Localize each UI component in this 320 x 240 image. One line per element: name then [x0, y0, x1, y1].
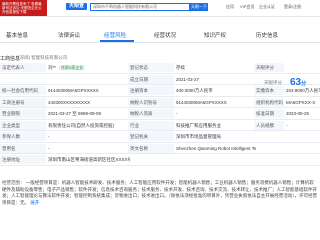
field-value: 有限责任公司(自然人投资或控股) [46, 121, 130, 130]
tab-ip[interactable]: 知识产权 [204, 31, 226, 39]
field-value-text: 科技推广和应用服务业 [176, 122, 221, 128]
field-label: 登记机关 [128, 132, 174, 141]
field-label: 曾用名 [0, 143, 46, 153]
table-row: 注册地址 深圳市南山区粤海街道高新区社区XXXX号 [0, 155, 320, 166]
tab-active-indicator [100, 40, 134, 42]
field-value-text: 91440300MA5GPXXXXX [176, 99, 227, 105]
field-label: 核准日期 [254, 109, 284, 118]
field-label: 组织机构代码 [254, 97, 284, 107]
field-label: 成立日期 [128, 74, 174, 84]
field-label: 参保人数 [0, 132, 46, 141]
search-button[interactable]: 天眼一下 [190, 3, 208, 11]
scope-text: 一般经营项目是：机器人智能技术研发、技术服务；人工智能应用软件开发；智能机器人销… [2, 180, 317, 205]
field-value: 2023-05-25 [284, 109, 320, 118]
field-value: MA5GPXXX-X [284, 98, 320, 107]
top-bar: 最新开票信息来了·查看最新司法诉讼·天眼查企业公开信息报告下载 天眼查 深圳市千… [0, 0, 320, 17]
field-label: 法定代表人 [0, 63, 46, 72]
field-label: 注册资本 [128, 86, 174, 95]
field-value: Shenzhen Qianming Robot Intelligent Tech… [174, 144, 256, 153]
field-value: 2021-03-27 [174, 75, 256, 84]
field-label: 纳税人识别号 [128, 97, 174, 107]
table-row: 曾用名 - 英文名称 Shenzhen Qianming Robot Intellig… [0, 143, 320, 154]
field-value-text: - [48, 134, 50, 139]
field-value: - [46, 144, 130, 153]
field-label: 行业 [128, 120, 174, 130]
field-label: 人员规模 [254, 120, 284, 130]
field-label: 天眼评分 [254, 63, 284, 72]
field-value: - [46, 132, 130, 141]
score-unit: 分 [301, 81, 307, 87]
scope-label: 经营范围 [2, 180, 20, 185]
field-value: 2021-03-27 至 9999-09-09 [46, 109, 130, 118]
field-value-text: 深圳市南山区粤海街道高新区社区XXXX号 [48, 157, 130, 162]
field-label: 统一社会信用代码 [0, 86, 46, 95]
table-row: 法定代表人 刘** 任职3家企业 登记状态 存续 天眼评分 [0, 63, 320, 74]
field-value-text: 刘** [48, 65, 57, 70]
field-value-text: 2023-05-25 [286, 111, 310, 116]
field-label: 英文名称 [128, 143, 174, 153]
score-label: 天眼评分 [264, 80, 282, 85]
field-value-text: 存续 [176, 65, 185, 70]
section-title: 工商信息 [0, 56, 21, 62]
tab-basic-info[interactable]: 基本信息 [6, 31, 28, 39]
field-value: 存续 [174, 63, 256, 72]
field-value: 科技推广和应用服务业 [174, 121, 256, 130]
tianyan-score[interactable]: 63分 [290, 77, 306, 88]
tab-operations[interactable]: 经营状况 [154, 31, 176, 39]
field-value-text: 440300XXXXXXXXX [48, 99, 91, 105]
field-value: 91440300MA5GPXXXXX [174, 98, 256, 107]
table-row: 工商注册号 440300XXXXXXXXX 纳税人识别号 91440300MA5GPX… [0, 97, 320, 108]
field-label: 纳税人资质 [128, 109, 174, 118]
field-label: 营业期限 [0, 109, 46, 118]
status-badge[interactable]: 任职3家企业 [59, 65, 86, 70]
field-value-text: - [48, 145, 50, 151]
site-logo[interactable]: 天眼查 [66, 3, 88, 10]
field-label: 注册地址 [0, 155, 46, 164]
field-label: 企业类型 [0, 120, 46, 130]
promo-banner[interactable]: 最新开票信息来了·查看最新司法诉讼·天眼查企业公开信息报告下载 [0, 0, 47, 16]
field-value-text: 深圳市市场监督管理局 [176, 134, 221, 139]
field-value-text: - [176, 111, 178, 116]
field-value: 91440300MA5GPXXXXX [46, 86, 130, 95]
table-row: 统一社会信用代码 91440300MA5GPXXXXX 注册资本 400.0000万人… [0, 86, 320, 97]
field-value: 刘** 任职3家企业 [46, 63, 130, 72]
section-subtitle: (深圳) 智能科技有限公司 [18, 55, 68, 60]
table-row: 营业期限 2021-03-27 至 9999-09-09 纳税人资质 - 核准日期 202… [0, 109, 320, 120]
field-value-text: - [286, 122, 288, 128]
field-value-text: 有限责任公司(自然人投资或控股) [48, 122, 114, 128]
tab-business-risk[interactable]: 经营风险 [104, 31, 126, 39]
field-value-text: 2021-03-27 至 9999-09-09 [48, 111, 102, 116]
field-value: 深圳市南山区粤海街道高新区社区XXXX号 [46, 155, 130, 164]
field-value: - [284, 121, 320, 130]
scope-expand-link[interactable]: 展开 [30, 200, 39, 205]
nav-apps[interactable]: 应用 [226, 4, 234, 10]
field-value-text: 2021-03-27 [176, 76, 200, 82]
table-row: 参保人数 - 登记机关 深圳市市场监督管理局 [0, 132, 320, 143]
nav-enterprise[interactable]: 企业认证 [259, 4, 275, 10]
field-label: 工商注册号 [0, 97, 46, 107]
search-input[interactable]: 深圳市千鸣机器人智能科技有限公司 [90, 3, 190, 11]
field-label: 登记状态 [128, 63, 174, 72]
business-scope: 经营范围： 一般经营项目是：机器人智能技术研发、技术服务；人工智能应用软件开发；… [2, 180, 317, 205]
nav-vip[interactable]: VIP会员 [240, 4, 254, 10]
promo-banner-text: 最新开票信息来了·查看最新司法诉讼·天眼查企业公开信息报告下载 [2, 2, 42, 14]
field-value-text: 91440300MA5GPXXXXX [48, 88, 99, 93]
field-value-text: 400.0000万人民币 [176, 88, 213, 93]
field-label: 实缴资本 [254, 86, 284, 95]
table-row: 企业类型 有限责任公司(自然人投资或控股) 行业 科技推广和应用服务业 人员规模 - [0, 120, 320, 131]
tab-legal[interactable]: 法律诉讼 [58, 31, 80, 39]
field-value-text: MA5GPXXX-X [286, 99, 316, 105]
field-value-text: 203.9000万人民币 [286, 88, 320, 93]
field-value-text: Shenzhen Qianming Robot Intelligent Tech… [176, 145, 256, 151]
field-value: 400.0000万人民币 [174, 86, 256, 95]
tab-history[interactable]: 历史信息 [256, 31, 278, 39]
tab-bar: 基本信息 法律诉讼 经营风险 经营状况 知识产权 历史信息 [0, 28, 320, 43]
score-value: 63 [290, 77, 302, 88]
field-value: - [174, 109, 256, 118]
nav-login[interactable]: 登录/注册 [284, 4, 301, 10]
field-value: 深圳市市场监督管理局 [174, 132, 256, 141]
field-value: 440300XXXXXXXXX [46, 98, 130, 107]
